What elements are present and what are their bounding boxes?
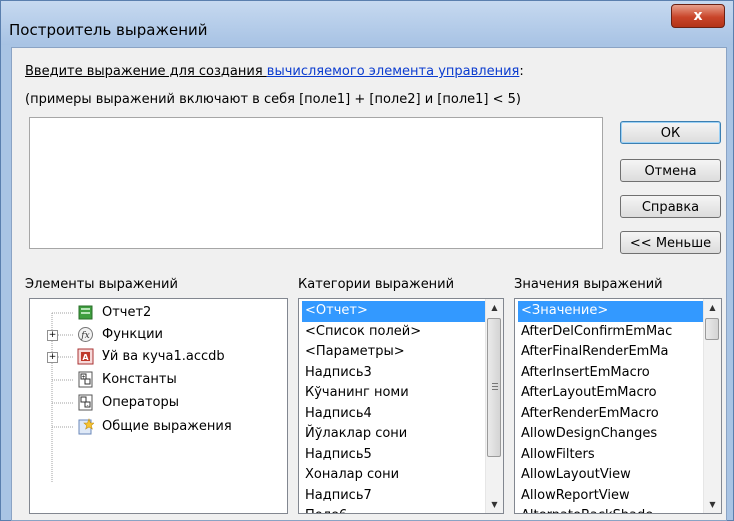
values-scrollbar[interactable]: ▲ ▼ <box>703 299 721 513</box>
dialog-title: Построитель выражений <box>9 21 208 39</box>
scroll-down-arrow-icon[interactable]: ▼ <box>486 496 503 513</box>
tree-item-report[interactable]: Отчет2 <box>30 302 287 324</box>
elements-label: Элементы выражений <box>25 277 178 292</box>
tree-item-database[interactable]: + A Уй ва куча1.accdb <box>30 346 287 368</box>
list-item[interactable]: AfterDelConfirmEmMac <box>518 322 703 343</box>
svg-text:+: + <box>81 375 85 381</box>
tree-item-label: Операторы <box>102 395 179 410</box>
scrollbar-thumb[interactable] <box>487 318 501 457</box>
tree-item-label: Общие выражения <box>102 419 232 434</box>
expression-values-list[interactable]: <Значение> AfterDelConfirmEmMac AfterFin… <box>514 298 722 514</box>
list-item[interactable]: Хоналар сони <box>302 465 485 486</box>
report-icon <box>78 305 93 320</box>
tree-item-common-expressions[interactable]: Общие выражения <box>30 416 287 438</box>
categories-scrollbar[interactable]: ▲ ▼ <box>485 299 503 513</box>
list-item[interactable]: Йўлаклар сони <box>302 424 485 445</box>
tree-item-label: Функции <box>102 327 163 342</box>
list-item[interactable]: <Отчет> <box>302 301 485 322</box>
prompt-text: Введите выражение для создания <box>25 64 267 79</box>
list-item[interactable]: <Параметры> <box>302 342 485 363</box>
tree-item-label: Константы <box>102 372 177 387</box>
list-item[interactable]: AfterInsertEmMacro <box>518 363 703 384</box>
list-item[interactable]: AllowLayoutView <box>518 465 703 486</box>
list-item[interactable]: AfterFinalRenderEmMa <box>518 342 703 363</box>
values-items: <Значение> AfterDelConfirmEmMac AfterFin… <box>518 301 703 513</box>
list-item[interactable]: <Список полей> <box>302 322 485 343</box>
prompt-colon: : <box>519 64 524 79</box>
operators-icon: - <box>78 394 93 411</box>
tree-item-label: Уй ва куча1.accdb <box>102 349 225 364</box>
list-item[interactable]: Надпись3 <box>302 363 485 384</box>
list-item[interactable]: <Значение> <box>518 301 703 322</box>
dialog-body: Введите выражение для создания вычисляем… <box>11 47 727 521</box>
categories-label: Категории выражений <box>298 277 455 292</box>
tree-item-constants[interactable]: + Константы <box>30 369 287 391</box>
cancel-button[interactable]: Отмена <box>620 159 721 182</box>
list-item[interactable]: AfterRenderEmMacro <box>518 404 703 425</box>
scroll-down-arrow-icon[interactable]: ▼ <box>704 496 721 513</box>
scrollbar-thumb[interactable] <box>705 318 719 340</box>
scroll-up-arrow-icon[interactable]: ▲ <box>704 299 721 316</box>
expression-elements-tree[interactable]: Отчет2 + fx Функции + A Уй ва куча1.accd… <box>29 298 288 514</box>
list-item[interactable]: Надпись7 <box>302 486 485 507</box>
constants-icon: + <box>78 371 93 388</box>
prompt-line-2: (примеры выражений включают в себя [поле… <box>25 92 521 107</box>
tree-item-functions[interactable]: + fx Функции <box>30 324 287 346</box>
svg-text:A: A <box>82 353 89 362</box>
list-item[interactable]: Поле6 <box>302 506 485 513</box>
list-item[interactable]: Надпись5 <box>302 445 485 466</box>
categories-items: <Отчет> <Список полей> <Параметры> Надпи… <box>302 301 485 513</box>
prompt-line-1: Введите выражение для создания вычисляем… <box>25 64 524 79</box>
help-button[interactable]: Справка <box>620 195 721 218</box>
list-item[interactable]: Кўчанинг номи <box>302 383 485 404</box>
close-button[interactable]: x <box>671 4 725 28</box>
scroll-up-arrow-icon[interactable]: ▲ <box>486 299 503 316</box>
calculated-control-link[interactable]: вычисляемого элемента управления <box>267 64 520 79</box>
list-item[interactable]: AllowDesignChanges <box>518 424 703 445</box>
expand-icon[interactable]: + <box>47 352 58 363</box>
svg-text:-: - <box>87 403 89 409</box>
expand-icon[interactable]: + <box>47 330 58 341</box>
list-item[interactable]: AlternateBackShade <box>518 506 703 513</box>
list-item[interactable]: AllowReportView <box>518 486 703 507</box>
tree-item-label: Отчет2 <box>102 305 152 320</box>
function-icon: fx <box>78 327 93 342</box>
svg-text:fx: fx <box>80 331 89 341</box>
title-bar[interactable]: Построитель выражений x <box>1 1 733 45</box>
common-expressions-icon <box>78 418 94 435</box>
list-item[interactable]: Надпись4 <box>302 404 485 425</box>
expression-categories-list[interactable]: <Отчет> <Список полей> <Параметры> Надпи… <box>298 298 504 514</box>
expression-input[interactable] <box>29 117 603 249</box>
ok-button[interactable]: ОК <box>620 121 721 144</box>
values-label: Значения выражений <box>514 277 663 292</box>
tree-item-operators[interactable]: - Операторы <box>30 392 287 414</box>
less-button[interactable]: << Меньше <box>620 231 721 254</box>
list-item[interactable]: AllowFilters <box>518 445 703 466</box>
database-icon: A <box>77 348 94 365</box>
expression-builder-dialog: Построитель выражений x Введите выражени… <box>0 0 734 521</box>
list-item[interactable]: AfterLayoutEmMacro <box>518 383 703 404</box>
